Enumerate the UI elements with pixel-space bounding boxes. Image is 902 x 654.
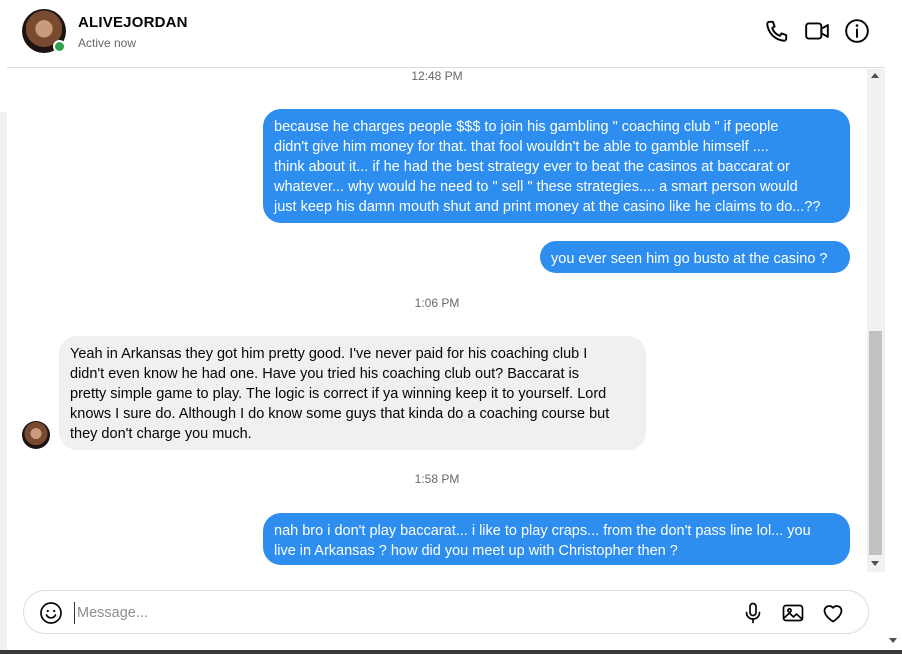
image-icon[interactable] xyxy=(781,601,805,625)
contact-status: Active now xyxy=(78,36,137,50)
outgoing-message[interactable]: because he charges people $$$ to join hi… xyxy=(263,109,850,223)
chat-header: ALIVEJORDAN Active now xyxy=(7,0,885,68)
timestamp: 1:06 PM xyxy=(414,296,460,310)
scroll-up-arrow-icon[interactable] xyxy=(871,73,879,78)
timestamp: 12:48 PM xyxy=(411,69,463,83)
page-scrollbar[interactable] xyxy=(885,0,902,650)
scrollbar-thumb[interactable] xyxy=(869,331,882,555)
outgoing-message[interactable]: nah bro i don't play baccarat... i like … xyxy=(263,513,850,565)
page-scroll-down-arrow-icon[interactable] xyxy=(889,638,897,643)
heart-icon[interactable] xyxy=(821,601,845,625)
emoji-icon[interactable] xyxy=(39,601,63,625)
outgoing-message[interactable]: you ever seen him go busto at the casino… xyxy=(540,241,850,273)
info-icon[interactable] xyxy=(843,17,871,45)
window-bottom-edge xyxy=(0,650,902,654)
thread-scrollbar[interactable] xyxy=(867,69,885,572)
message-thread[interactable]: 12:48 PM because he charges people $$$ t… xyxy=(7,69,867,571)
microphone-icon[interactable] xyxy=(741,601,765,625)
phone-icon[interactable] xyxy=(763,17,791,45)
message-composer xyxy=(23,590,869,634)
online-status-dot xyxy=(53,40,66,53)
contact-name[interactable]: ALIVEJORDAN xyxy=(78,14,188,31)
timestamp: 1:58 PM xyxy=(414,472,460,486)
scroll-down-arrow-icon[interactable] xyxy=(871,561,879,566)
incoming-message[interactable]: Yeah in Arkansas they got him pretty goo… xyxy=(59,336,646,450)
sender-avatar[interactable] xyxy=(22,421,50,449)
video-call-icon[interactable] xyxy=(803,17,831,45)
message-input[interactable] xyxy=(74,602,674,624)
window-edge xyxy=(0,112,7,652)
